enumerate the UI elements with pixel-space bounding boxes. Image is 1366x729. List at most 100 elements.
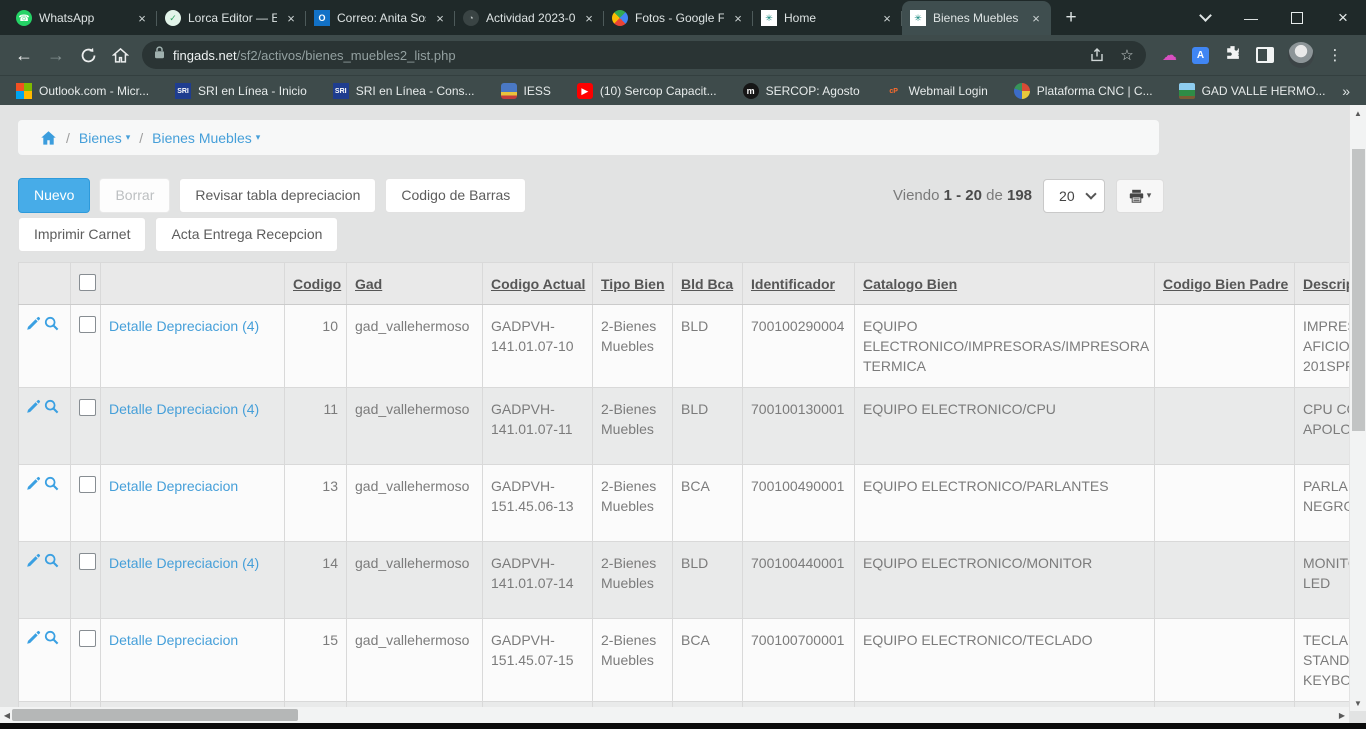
tab-bienes-muebles[interactable]: ✳Bienes Muebles× [902, 1, 1051, 35]
record-range-label: Viendo 1 - 20 de 198 [893, 187, 1032, 204]
tab-correo-anita-sos[interactable]: OCorreo: Anita Sos× [306, 1, 455, 35]
row-checkbox[interactable] [79, 476, 96, 493]
imprimir-carnet-button[interactable]: Imprimir Carnet [18, 217, 146, 252]
sri-icon: SRI [333, 83, 349, 99]
bookmark-sercop-agosto[interactable]: mSERCOP: Agosto [743, 83, 860, 99]
scroll-up-icon[interactable]: ▲ [1350, 105, 1366, 121]
sort-header-bld_bca[interactable]: Bld Bca [681, 276, 733, 292]
edit-pencil-icon[interactable] [26, 318, 44, 334]
bookmark-star-icon[interactable]: ☆ [1112, 46, 1142, 64]
side-panel-icon[interactable] [1256, 47, 1274, 63]
horizontal-scrollbar[interactable]: ◀ ▶ [0, 707, 1349, 723]
cell-codigo: 13 [285, 465, 347, 542]
select-all-checkbox[interactable] [79, 274, 96, 291]
tab-fotos-google-f[interactable]: Fotos - Google F× [604, 1, 753, 35]
print-button[interactable]: ▾ [1116, 179, 1164, 213]
edit-pencil-icon[interactable] [26, 555, 44, 571]
tab-lorca-editor-el[interactable]: ✓Lorca Editor — El× [157, 1, 306, 35]
sort-header-descrip[interactable]: Descripcion [1303, 276, 1349, 292]
sort-header-codigo_actual[interactable]: Codigo Actual [491, 276, 585, 292]
extensions-puzzle-icon[interactable] [1224, 44, 1241, 66]
view-magnifier-icon[interactable] [44, 401, 62, 417]
edit-pencil-icon[interactable] [26, 632, 44, 648]
close-window-button[interactable]: × [1320, 0, 1366, 35]
close-tab-icon[interactable]: × [880, 11, 894, 26]
close-tab-icon[interactable]: × [582, 11, 596, 26]
sort-header-tipo_bien[interactable]: Tipo Bien [601, 276, 665, 292]
address-bar[interactable]: fingads.net/sf2/activos/bienes_muebles2_… [142, 41, 1146, 69]
view-magnifier-icon[interactable] [44, 478, 62, 494]
row-checkbox[interactable] [79, 316, 96, 333]
detalle-depreciacion-link[interactable]: Detalle Depreciacion (4) [109, 318, 259, 334]
horizontal-scroll-thumb[interactable] [12, 709, 298, 721]
sort-header-catalogo_bien[interactable]: Catalogo Bien [863, 276, 957, 292]
cell-identificador: 700100700001 [743, 619, 855, 702]
nuevo-button[interactable]: Nuevo [18, 178, 90, 213]
translate-extension-icon[interactable]: A [1192, 47, 1209, 64]
row-checkbox[interactable] [79, 399, 96, 416]
vertical-scrollbar[interactable]: ▲ ▼ [1349, 105, 1366, 711]
detalle-depreciacion-link[interactable]: Detalle Depreciacion (4) [109, 555, 259, 571]
close-tab-icon[interactable]: × [433, 11, 447, 26]
back-button[interactable]: ← [8, 39, 40, 71]
breadcrumb-item-bienes-muebles[interactable]: Bienes Muebles▾ [152, 130, 260, 146]
codigo-de-barras-button[interactable]: Codigo de Barras [385, 178, 526, 213]
tab-whatsapp[interactable]: ☎WhatsApp× [8, 1, 157, 35]
bookmark-plataforma-cnc-c[interactable]: Plataforma CNC | C... [1014, 83, 1153, 99]
row-checkbox[interactable] [79, 553, 96, 570]
edit-pencil-icon[interactable] [26, 478, 44, 494]
tab-search-chevron-icon[interactable] [1182, 0, 1228, 35]
view-magnifier-icon[interactable] [44, 555, 62, 571]
bookmark-iess[interactable]: IESS [501, 83, 551, 99]
forward-button[interactable]: → [40, 39, 72, 71]
sort-header-gad[interactable]: Gad [355, 276, 382, 292]
close-tab-icon[interactable]: × [1029, 11, 1043, 26]
bookmark-label: Plataforma CNC | C... [1037, 84, 1153, 98]
close-tab-icon[interactable]: × [731, 11, 745, 26]
revisar-tabla-depreciacion-button[interactable]: Revisar tabla depreciacion [179, 178, 376, 213]
close-tab-icon[interactable]: × [135, 11, 149, 26]
acta-entrega-recepcion-button[interactable]: Acta Entrega Recepcion [155, 217, 338, 252]
tab-home[interactable]: ✳Home× [753, 1, 902, 35]
row-checkbox[interactable] [79, 630, 96, 647]
cloud-extension-icon[interactable]: ☁ [1162, 46, 1177, 64]
cell-tipo_bien: 2-Bienes Muebles [593, 619, 673, 702]
home-button[interactable] [104, 39, 136, 71]
tab-actividad-2023-0[interactable]: ◔Actividad 2023-0× [455, 1, 604, 35]
bookmark-webmail-login[interactable]: cPWebmail Login [886, 83, 988, 99]
cpanel-icon: cP [886, 83, 902, 99]
reload-button[interactable] [72, 39, 104, 71]
scroll-down-icon[interactable]: ▼ [1350, 695, 1366, 711]
close-tab-icon[interactable]: × [284, 11, 298, 26]
page-size-select[interactable]: 20 [1043, 179, 1105, 213]
bookmark-sri-en-l-nea-inicio[interactable]: SRISRI en Línea - Inicio [175, 83, 307, 99]
edit-pencil-icon[interactable] [26, 401, 44, 417]
breadcrumb-item-bienes[interactable]: Bienes▾ [79, 130, 130, 146]
breadcrumb-home-icon[interactable] [40, 130, 57, 146]
profile-avatar[interactable] [1288, 42, 1314, 68]
lock-icon[interactable] [154, 46, 165, 64]
bookmark-gad-valle-hermo[interactable]: GAD VALLE HERMO... [1179, 83, 1326, 99]
bookmark-sri-en-l-nea-cons[interactable]: SRISRI en Línea - Cons... [333, 83, 475, 99]
detalle-depreciacion-link[interactable]: Detalle Depreciacion (4) [109, 401, 259, 417]
paging-controls: Viendo 1 - 20 de 198 20 ▾ [893, 178, 1164, 213]
bookmark-10-sercop-capacit[interactable]: ▶(10) Sercop Capacit... [577, 83, 717, 99]
scroll-right-icon[interactable]: ▶ [1335, 711, 1349, 720]
sort-header-identificador[interactable]: Identificador [751, 276, 835, 292]
new-tab-button[interactable]: + [1057, 4, 1085, 32]
sort-header-codigo[interactable]: Codigo [293, 276, 341, 292]
maximize-button[interactable] [1274, 0, 1320, 35]
bookmarks-overflow-icon[interactable]: » [1342, 83, 1350, 99]
detalle-depreciacion-link[interactable]: Detalle Depreciacion [109, 478, 238, 494]
browser-menu-icon[interactable]: ⋮ [1326, 46, 1344, 64]
sort-header-codigo_bien_padre[interactable]: Codigo Bien Padre [1163, 276, 1288, 292]
share-icon[interactable] [1082, 47, 1112, 63]
view-magnifier-icon[interactable] [44, 632, 62, 648]
minimize-button[interactable]: — [1228, 0, 1274, 35]
cell-tipo_bien: 2-Bienes Muebles [593, 465, 673, 542]
cell-catalogo_bien: EQUIPO ELECTRONICO/IMPRESORAS/IMPRESORA … [855, 305, 1155, 388]
bookmark-outlook-com-micr[interactable]: Outlook.com - Micr... [16, 83, 149, 99]
view-magnifier-icon[interactable] [44, 318, 62, 334]
vertical-scroll-thumb[interactable] [1352, 149, 1365, 431]
detalle-depreciacion-link[interactable]: Detalle Depreciacion [109, 632, 238, 648]
